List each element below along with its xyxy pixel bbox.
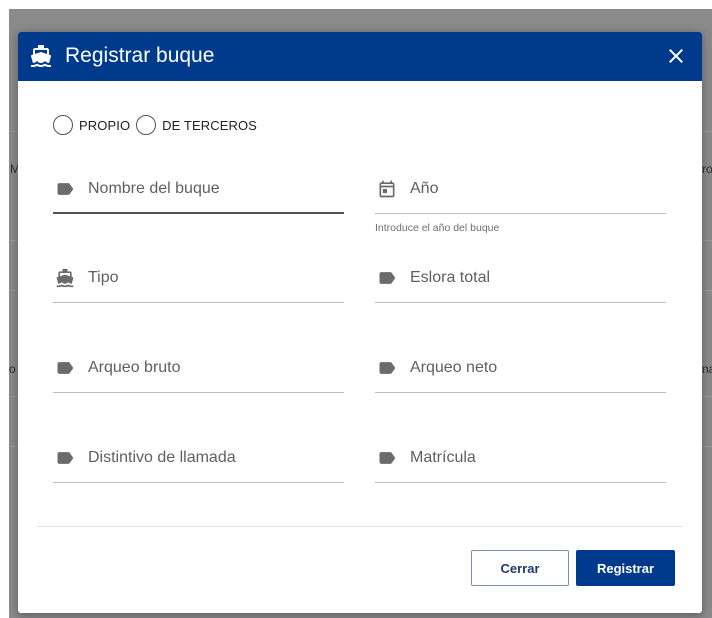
ship-icon <box>30 45 51 67</box>
field-label: Distintivo de llamada <box>88 449 236 466</box>
field-underline <box>53 392 344 393</box>
vessel-name-field[interactable]: Nombre del buque <box>53 162 344 214</box>
total-length-field[interactable]: Eslora total <box>375 251 666 303</box>
radio-label: PROPIO <box>79 117 131 133</box>
field-label: Tipo <box>88 269 119 286</box>
net-tonnage-field[interactable]: Arqueo neto <box>375 341 666 393</box>
field-label: Año <box>410 180 439 197</box>
register-vessel-dialog: Registrar buque PROPIO DE TERCEROS Nombr… <box>18 32 702 613</box>
year-field[interactable]: Año <box>375 162 666 214</box>
ownership-radio-group: PROPIO DE TERCEROS <box>53 114 263 136</box>
registration-field[interactable]: Matrícula <box>375 431 666 483</box>
field-label: Arqueo bruto <box>88 359 181 376</box>
type-field[interactable]: Tipo <box>53 251 344 303</box>
close-button[interactable]: Cerrar <box>471 550 569 586</box>
field-underline <box>375 302 666 303</box>
field-underline <box>53 482 344 483</box>
radio-label: DE TERCEROS <box>162 117 257 133</box>
footer-divider <box>37 526 682 527</box>
label-icon <box>379 272 396 284</box>
ship-icon <box>56 268 74 288</box>
field-underline <box>375 482 666 483</box>
dialog-header: Registrar buque <box>18 32 702 81</box>
gross-tonnage-field[interactable]: Arqueo bruto <box>53 341 344 393</box>
label-icon <box>57 452 74 464</box>
label-icon <box>57 183 74 195</box>
label-icon <box>379 452 396 464</box>
field-label: Nombre del buque <box>88 180 220 197</box>
close-icon[interactable] <box>664 44 688 68</box>
field-label: Matrícula <box>410 449 476 466</box>
field-label: Eslora total <box>410 269 491 286</box>
register-button[interactable]: Registrar <box>576 550 675 586</box>
call-sign-field[interactable]: Distintivo de llamada <box>53 431 344 483</box>
year-field-hint: Introduce el año del buque <box>375 222 500 234</box>
radio-propio[interactable]: PROPIO <box>53 115 130 135</box>
field-underline <box>53 212 344 214</box>
dialog-title: Registrar buque <box>65 44 215 67</box>
field-underline <box>53 302 344 303</box>
label-icon <box>379 362 396 374</box>
background-text-fragment: na <box>702 362 712 376</box>
field-underline <box>375 392 666 393</box>
radio-button[interactable] <box>53 115 73 135</box>
label-icon <box>57 362 74 374</box>
radio-de-terceros[interactable]: DE TERCEROS <box>136 115 257 135</box>
calendar-icon <box>379 180 395 198</box>
field-underline <box>375 213 666 214</box>
background-text-fragment: o <box>9 362 16 376</box>
background-text-fragment: ro <box>702 162 712 176</box>
field-label: Arqueo neto <box>410 359 498 376</box>
radio-button[interactable] <box>136 115 157 135</box>
